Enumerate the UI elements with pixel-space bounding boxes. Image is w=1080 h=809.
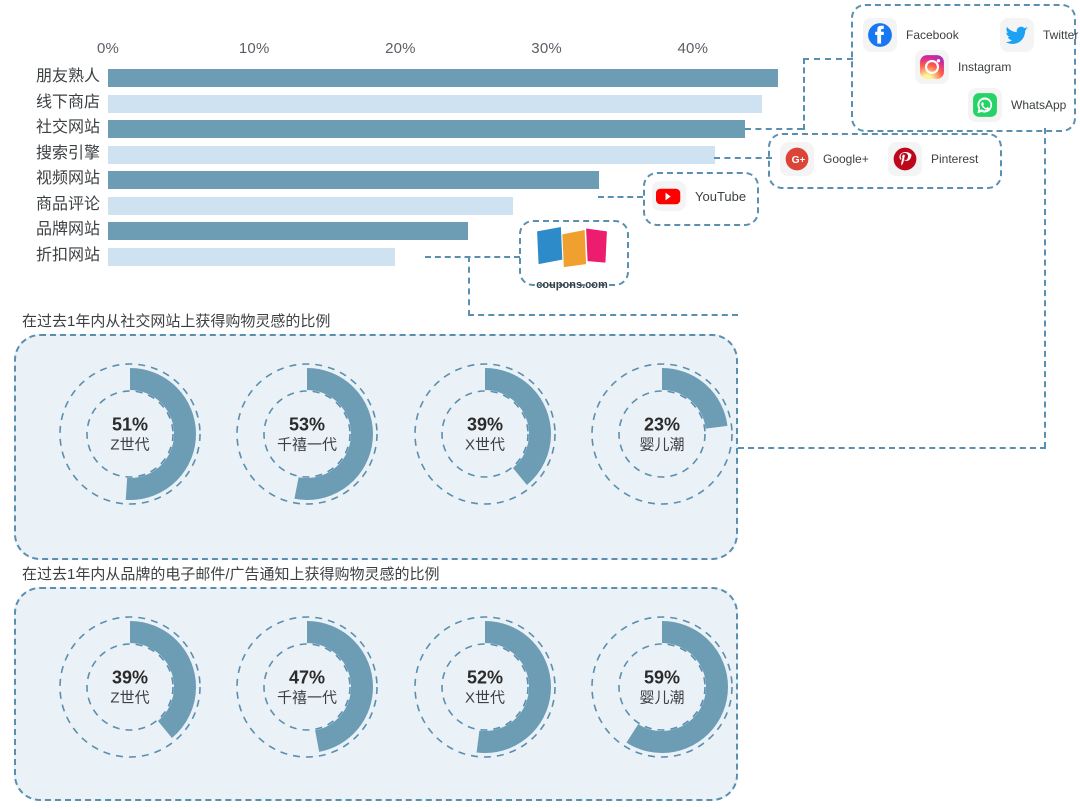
bar-category-label: 商品评论 [35,195,100,213]
donut-label-group: 39% Z世代 [55,666,205,707]
panel-title-email: 在过去1年内从品牌的电子邮件/广告通知上获得购物灵感的比例 [22,566,440,583]
donut-percent: 47% [288,667,326,688]
connector-discount-h [425,256,520,258]
donut-percent: 39% [466,414,504,435]
logo-label: Facebook [906,28,959,42]
logo-label: Pinterest [931,152,979,166]
bar [108,171,600,189]
donut-chart: 47% 千禧一代 [232,612,382,762]
connector-social-v [803,58,805,130]
donut-generation: 千禧一代 [276,688,337,706]
donut-generation: Z世代 [110,688,150,706]
axis-tick-label: 40% [677,40,709,57]
donut-chart: 59% 婴儿潮 [587,612,737,762]
donut-generation: Z世代 [110,435,150,453]
connector-right-h [738,447,1046,449]
donut-chart: 39% Z世代 [55,612,205,762]
youtube-icon [652,181,686,211]
pinterest-icon [888,142,922,176]
axis-tick-label: 20% [385,40,416,57]
facebook-icon [863,18,897,52]
axis-tick-label: 30% [531,40,562,57]
donut-percent: 23% [643,414,681,435]
instagram-icon [915,50,949,84]
logo-item-twitter[interactable]: Twitter [1000,18,1078,52]
logo-label: YouTube [695,188,747,204]
bar-category-label: 朋友熟人 [35,68,100,85]
logo-item-instagram[interactable]: Instagram [915,50,1011,84]
donut-percent: 51% [111,414,149,435]
svg-text:G: G [792,155,800,166]
donut-generation: 婴儿潮 [639,688,685,706]
bar [108,247,395,266]
bar-category-label: 搜索引擎 [35,144,100,162]
donut-chart: 39% X世代 [410,359,560,509]
bar [108,145,715,164]
whatsapp-icon [968,88,1002,122]
logo-item-youtube[interactable]: YouTube [652,181,746,211]
connector-discount-h2 [468,314,738,316]
logo-label: Instagram [958,60,1012,74]
svg-text:+: + [800,154,805,164]
connector-discount-v [468,256,470,316]
donut-label-group: 47% 千禧一代 [232,666,382,707]
connector-search-h [714,157,772,159]
google-plus-icon: G + [780,142,814,176]
connector-right-v [1044,128,1046,448]
donut-chart: 52% X世代 [410,612,560,762]
bar-chart: 0% 10% 20% 30% 40% 朋友熟人线下商店社交网站搜索引擎视频网站商品评论品… [0,0,800,290]
bar [108,196,513,215]
twitter-icon [1000,18,1034,52]
donut-chart: 51% Z世代 [55,359,205,509]
logo-label: Twitter [1043,28,1079,42]
logo-item-coupons-com[interactable]: coupons.com [528,224,616,291]
connector-social-h [745,128,803,130]
bar [108,94,762,113]
donut-generation: X世代 [464,688,505,706]
panel-title-social: 在过去1年内从社交网站上获得购物灵感的比例 [22,313,331,330]
donut-generation: X世代 [464,435,505,453]
bar-category-label: 折扣网站 [35,246,100,264]
donut-generation: 千禧一代 [276,435,337,453]
bar-category-label: 视频网站 [35,170,100,187]
donut-percent: 59% [643,667,681,688]
coupons-icon [528,224,616,281]
donut-label-group: 51% Z世代 [55,413,205,454]
logo-label: Google+ [823,152,869,166]
logo-item-pinterest[interactable]: Pinterest [888,142,978,176]
logo-item-google-[interactable]: G + Google+ [780,142,869,176]
donut-generation: 婴儿潮 [639,435,685,453]
logo-label: coupons.com [536,279,608,291]
connector-video-h [598,196,643,198]
donut-chart: 23% 婴儿潮 [587,359,737,509]
donut-percent: 53% [288,414,326,435]
donut-percent: 39% [111,667,149,688]
bar-category-label: 社交网站 [35,119,100,136]
logo-item-whatsapp[interactable]: WhatsApp [968,88,1066,122]
donut-label-group: 23% 婴儿潮 [587,413,737,454]
donut-label-group: 52% X世代 [410,666,560,707]
bar [108,120,746,138]
axis-tick-label: 10% [238,40,270,57]
logo-label: WhatsApp [1011,98,1067,112]
donut-label-group: 53% 千禧一代 [232,413,382,454]
donut-percent: 52% [466,667,504,688]
connector-social-h2 [803,58,853,60]
logo-item-facebook[interactable]: Facebook [863,18,959,52]
donut-label-group: 39% X世代 [410,413,560,454]
bar-category-label: 品牌网站 [35,221,100,238]
axis-tick-label: 0% [96,40,120,57]
bar [108,222,468,240]
donut-label-group: 59% 婴儿潮 [587,666,737,707]
bar-category-label: 线下商店 [35,93,100,111]
donut-chart: 53% 千禧一代 [232,359,382,509]
bar [108,69,778,87]
